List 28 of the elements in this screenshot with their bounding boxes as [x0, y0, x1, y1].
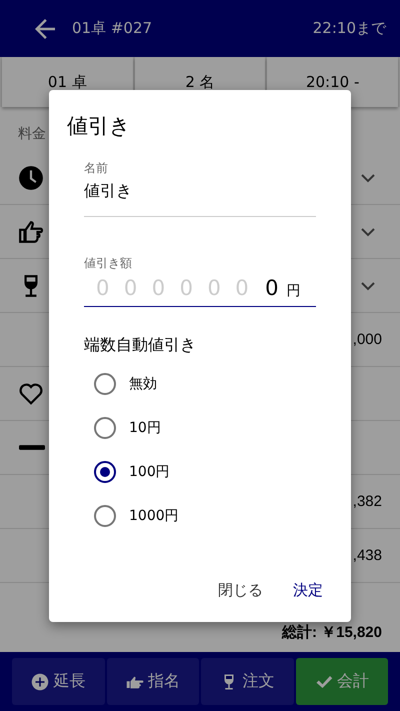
radio-button[interactable]	[94, 461, 116, 483]
clock-icon	[18, 164, 44, 190]
pointing-hand-icon	[18, 218, 44, 244]
dialog-button[interactable]: 閉じる	[208, 575, 273, 606]
radio-button[interactable]	[94, 505, 116, 527]
amount-text: ,382	[352, 493, 382, 510]
name-field[interactable]: 名前 値引き	[84, 160, 316, 217]
action-button[interactable]: 延長	[12, 658, 104, 705]
section-label: 料金	[18, 125, 46, 143]
action-button[interactable]: 注文	[201, 658, 294, 705]
radio-button[interactable]	[94, 373, 116, 395]
minus-icon	[19, 445, 45, 450]
option-label[interactable]: 100円	[129, 463, 170, 481]
action-button[interactable]: 指名	[106, 658, 199, 705]
dialog-button[interactable]: 決定	[283, 575, 333, 606]
heart-icon	[18, 380, 44, 406]
amount-text: ,438	[352, 547, 382, 564]
amount-text: ,000	[352, 331, 382, 348]
dialog-title: 値引き	[67, 113, 132, 140]
option-label[interactable]: 10円	[129, 419, 161, 437]
plus-circle-icon	[31, 672, 50, 690]
option-label[interactable]: 1000円	[129, 507, 179, 525]
option-label[interactable]: 無効	[129, 375, 157, 393]
total-text: 総計: ￥15,820	[282, 623, 382, 642]
rounding-label: 端数自動値引き	[84, 335, 197, 356]
radio-button[interactable]	[94, 417, 116, 439]
end-time: 22:10まで	[312, 19, 386, 38]
screen-title: 01卓 #027	[72, 19, 154, 38]
